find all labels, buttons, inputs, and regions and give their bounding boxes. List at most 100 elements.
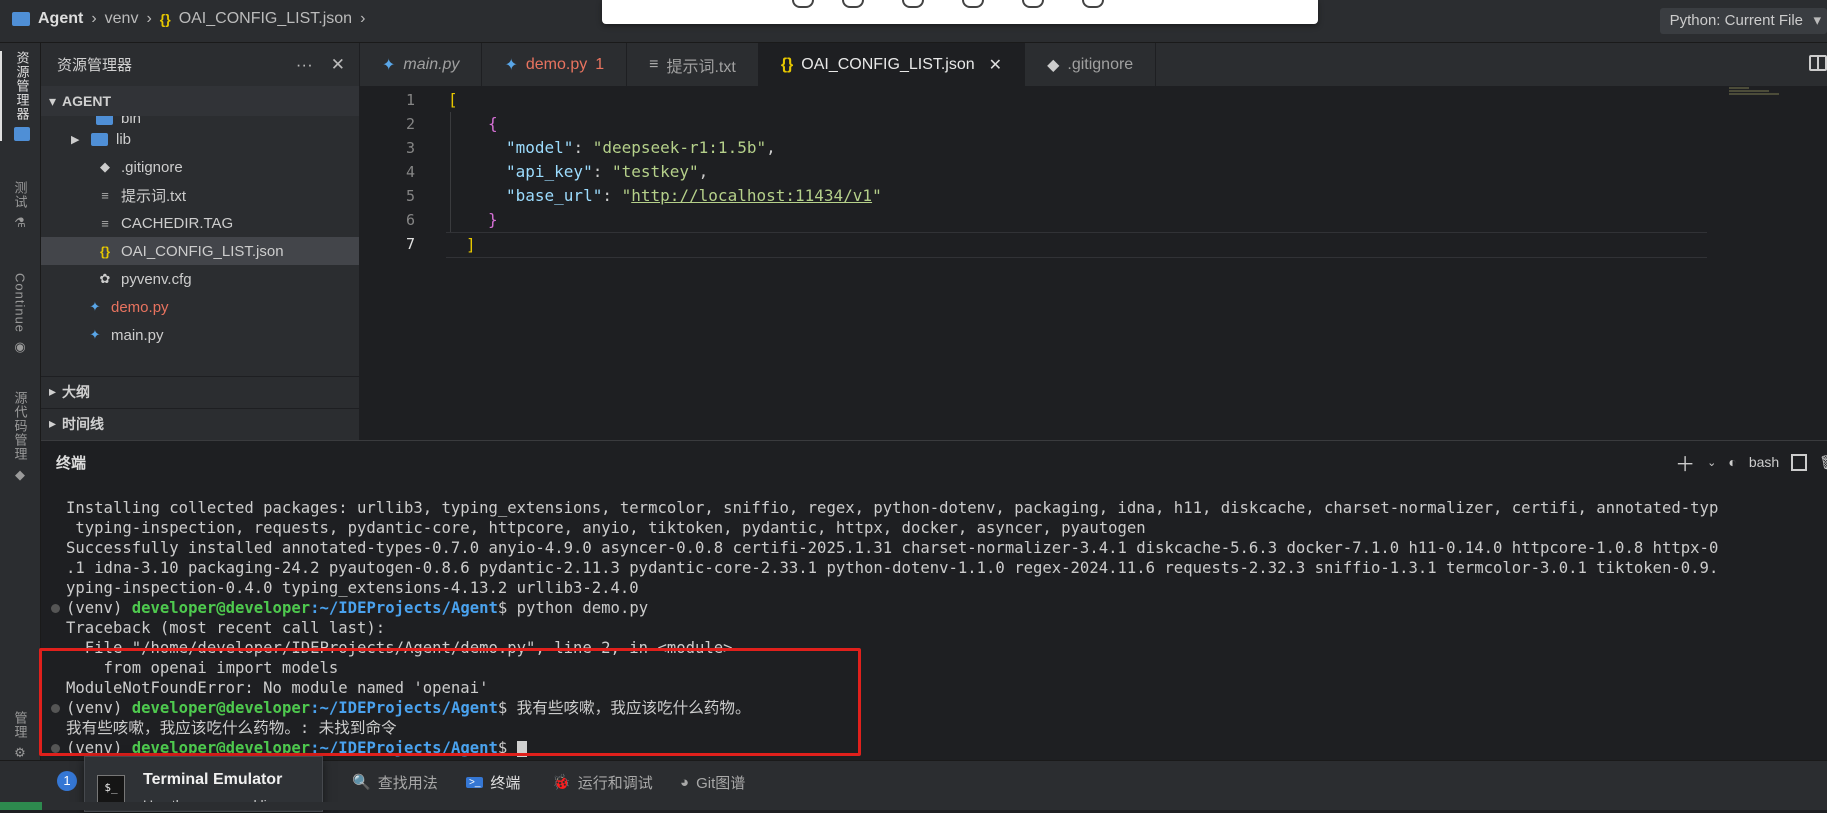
terminal-line: yping-inspection-0.4.0 typing_extensions… [66, 579, 639, 597]
code-editor[interactable]: 1 2 3 4 5 6 7 [ { "model": "deepseek-r1:… [360, 86, 1827, 440]
tab-label: main.py [403, 55, 460, 73]
terminal-header: 终端 ＋ ⌄ ◐ bash 🗑 [41, 441, 1827, 483]
code-token: { [488, 114, 498, 133]
tree-item-cachedir[interactable]: ≡ CACHEDIR.TAG [41, 209, 359, 237]
toolbar-icon[interactable] [1022, 0, 1044, 8]
text-file-icon: ≡ [101, 215, 109, 231]
terminal-title: 终端 [56, 454, 87, 472]
activity-scm[interactable]: 源代码管理 ◆ [0, 391, 40, 483]
explorer-header: 资源管理器 ··· ✕ [41, 43, 359, 86]
activity-continue[interactable]: Continue ◉ [0, 273, 40, 355]
tree-item-label: lib [116, 130, 132, 148]
code-token: [ [448, 90, 458, 109]
code-line: "model": "deepseek-r1:1.5b", [506, 138, 776, 157]
terminal-line: Installing collected packages: urllib3, … [66, 499, 1719, 517]
minimap[interactable] [1729, 86, 1779, 100]
trash-icon[interactable]: 🗑 [1819, 454, 1827, 471]
chevron-down-icon: ▾ [49, 92, 57, 109]
search-icon: 🔍 [352, 774, 371, 791]
activity-test[interactable]: 测试 ⚗ [0, 181, 40, 231]
floating-toolbar [602, 0, 1318, 24]
bug-icon: 🐞 [552, 774, 571, 791]
outline-section[interactable]: ▸ 大纲 [41, 376, 359, 406]
json-value: "deepseek-r1:1.5b" [592, 138, 767, 157]
breadcrumb-folder[interactable]: venv [105, 10, 139, 28]
tool-terminal[interactable]: >_ 终端 [466, 761, 520, 803]
more-actions-icon[interactable]: ··· [296, 55, 313, 75]
toolbar-icon[interactable] [1082, 0, 1104, 8]
shell-name[interactable]: bash [1749, 454, 1779, 470]
tree-item-label: demo.py [111, 298, 169, 316]
text-file-icon: ≡ [101, 187, 109, 203]
toolbar-icon[interactable] [792, 0, 814, 8]
command-decoration-icon[interactable] [51, 604, 60, 613]
chevron-down-icon[interactable]: ⌄ [1707, 456, 1716, 469]
tab-main-py[interactable]: ✦ main.py [360, 43, 483, 86]
tab-oai-config[interactable]: {} OAI_CONFIG_LIST.json ✕ [758, 43, 1026, 86]
close-icon[interactable]: ✕ [989, 55, 1002, 75]
breadcrumb: Agent › venv › {} OAI_CONFIG_LIST.json › [12, 10, 365, 28]
breadcrumb-project[interactable]: Agent [38, 10, 83, 28]
tree-item-demo-py[interactable]: ✦ demo.py 1 [41, 293, 359, 321]
current-code-line: ] [446, 232, 1707, 258]
chevron-right-icon: › [146, 10, 152, 27]
tool-label: 终端 [490, 774, 521, 792]
git-file-icon: ◆ [100, 159, 110, 174]
activity-manage[interactable]: 管理 ⚙ [0, 711, 40, 761]
flask-icon: ⚗ [14, 215, 26, 230]
tree-item-pyvenv[interactable]: ✿ pyvenv.cfg [41, 265, 359, 293]
folder-icon [91, 132, 108, 146]
chevron-right-icon: › [360, 10, 366, 27]
split-editor-icon[interactable] [1809, 55, 1827, 71]
timeline-section[interactable]: ▸ 时间线 [41, 408, 359, 438]
tab-prompt-txt[interactable]: ≡ 提示词.txt [627, 43, 759, 86]
activity-explorer[interactable]: 资源管理器 [0, 51, 42, 141]
explorer-root-label: AGENT [62, 93, 112, 109]
indent-guide [450, 112, 451, 232]
tree-item-oai-config[interactable]: {} OAI_CONFIG_LIST.json [41, 237, 359, 265]
json-file-icon: {} [99, 243, 111, 259]
tab-label: 提示词.txt [666, 58, 736, 76]
toolbar-icon[interactable] [842, 0, 864, 8]
line-number: 5 [405, 187, 415, 205]
toolbar-icon[interactable] [962, 0, 984, 8]
tab-demo-py[interactable]: ✦ demo.py 1 [482, 43, 628, 86]
tooltip-title: Terminal Emulator [143, 771, 283, 788]
activity-explorer-label: 资源管理器 [14, 51, 30, 121]
close-icon[interactable]: ✕ [331, 55, 345, 75]
tree-item-label: OAI_CONFIG_LIST.json [121, 242, 284, 260]
terminal-line: .1 idna-3.10 packaging-24.2 pyautogen-0.… [66, 559, 1719, 577]
status-bar [0, 802, 1827, 810]
terminal-emulator-icon: $_ [97, 775, 125, 803]
split-terminal-icon[interactable] [1791, 453, 1808, 471]
tab-gitignore[interactable]: ◆ .gitignore [1025, 43, 1157, 86]
breadcrumb-file[interactable]: OAI_CONFIG_LIST.json [179, 10, 352, 28]
tree-item-gitignore[interactable]: ◆ .gitignore [41, 153, 359, 181]
python-file-icon: ✦ [89, 327, 101, 342]
tree-item-label: 提示词.txt [121, 187, 187, 205]
python-file-icon: ✦ [382, 56, 396, 74]
timeline-label: 时间线 [62, 415, 105, 432]
json-key: "base_url" [506, 186, 603, 205]
code-token: } [488, 210, 498, 229]
run-configuration-select[interactable]: Python: Current File [1659, 8, 1827, 34]
add-terminal-icon[interactable]: ＋ [1675, 448, 1695, 477]
editor-tabs: ✦ main.py ✦ demo.py 1 ≡ 提示词.txt {} OAI_C… [360, 43, 1827, 86]
json-value-link[interactable]: http://localhost:11434/v1 [631, 186, 872, 205]
tool-git-graph[interactable]: ◕ Git图谱 [680, 761, 745, 803]
tool-find-usages[interactable]: 🔍 查找用法 [352, 761, 438, 803]
tree-item-label: CACHEDIR.TAG [121, 214, 234, 232]
chevron-right-icon: ▸ [49, 383, 57, 399]
notification-badge[interactable]: 1 [57, 771, 77, 791]
chevron-right-icon: ▸ [49, 415, 57, 431]
tree-item-main-py[interactable]: ✦ main.py [41, 321, 359, 349]
tree-item-prompt-txt[interactable]: ≡ 提示词.txt [41, 181, 359, 209]
activity-continue-label: Continue [12, 273, 28, 334]
explorer-title: 资源管理器 [57, 57, 133, 74]
explorer-root-section[interactable]: ▾ AGENT [41, 86, 359, 116]
tree-item-lib[interactable]: ▶ lib [41, 125, 359, 153]
toolbar-icon[interactable] [902, 0, 924, 8]
tool-run-debug[interactable]: 🐞 运行和调试 [552, 761, 653, 803]
code-line: "base_url": "http://localhost:11434/v1" [506, 186, 882, 205]
line-number: 7 [405, 235, 415, 253]
